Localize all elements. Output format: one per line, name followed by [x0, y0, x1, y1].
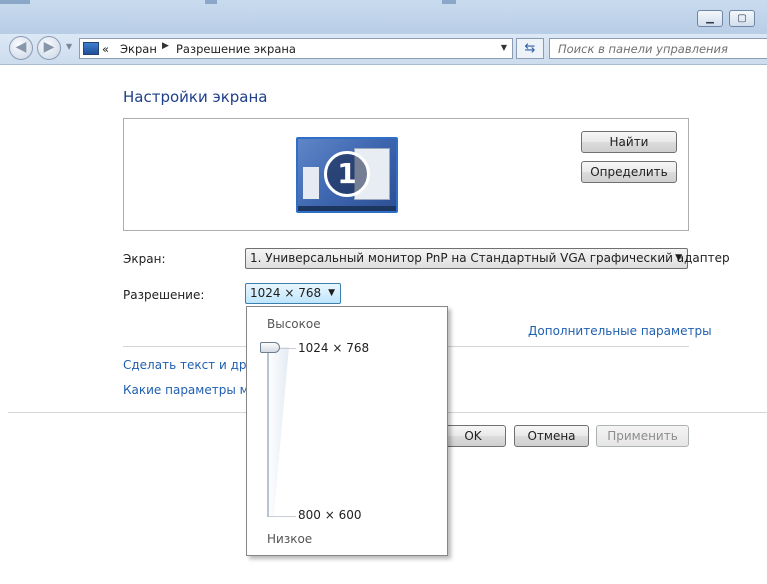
low-label: Низкое — [267, 532, 313, 546]
title-bar-decoration — [205, 0, 217, 4]
monitor-thumbnail-sidebar — [303, 167, 319, 199]
resolution-slider-rail[interactable] — [267, 347, 269, 517]
chevron-down-icon: ▼ — [328, 288, 335, 298]
title-bar-decoration — [442, 0, 456, 4]
resolution-slider-track[interactable] — [267, 347, 289, 517]
minimize-button[interactable]: ▁ — [697, 10, 723, 27]
maximize-button[interactable]: ▢ — [729, 10, 755, 27]
ok-button[interactable]: OK — [440, 425, 506, 447]
slider-tick — [269, 516, 296, 517]
cancel-button[interactable]: Отмена — [514, 425, 589, 447]
breadcrumb-screen[interactable]: Экран — [120, 42, 157, 56]
advanced-settings-link[interactable]: Дополнительные параметры — [528, 324, 712, 338]
display-select[interactable]: 1. Универсальный монитор PnP на Стандарт… — [245, 248, 730, 269]
apply-button[interactable]: Применить — [596, 425, 689, 447]
title-bar-decoration — [0, 0, 30, 4]
resolution-select-value: 1024 × 768 — [250, 286, 322, 300]
resolution-select[interactable]: 1024 × 768 ▼ — [245, 283, 341, 304]
resolution-dropdown: Высокое 1024 × 768 800 × 600 Низкое — [246, 306, 448, 556]
resolution-label: Разрешение: — [123, 288, 205, 302]
current-resolution-label: 1024 × 768 — [298, 341, 370, 355]
which-settings-link[interactable]: Какие параметры мон — [123, 383, 264, 397]
search-input[interactable]: Поиск в панели управления — [549, 38, 767, 59]
search-placeholder: Поиск в панели управления — [558, 42, 728, 56]
breadcrumb-overflow[interactable]: « — [102, 42, 109, 56]
window-title-bar: ▁ ▢ — [0, 0, 767, 34]
min-resolution-label: 800 × 600 — [298, 508, 362, 522]
recent-pages-chevron-icon[interactable]: ▼ — [66, 42, 72, 51]
detect-button[interactable]: Найти — [581, 131, 677, 153]
breadcrumb-separator-icon[interactable]: ▶ — [162, 41, 169, 51]
breadcrumb-resolution[interactable]: Разрешение экрана — [176, 42, 296, 56]
monitor-thumbnail-taskbar — [298, 206, 396, 211]
refresh-button[interactable]: ⇆ — [516, 38, 544, 59]
control-panel-icon — [83, 42, 99, 55]
identify-button[interactable]: Определить — [581, 161, 677, 183]
display-preview-area: 1 Найти Определить — [123, 118, 689, 231]
back-button[interactable]: ◀ — [9, 36, 33, 60]
navigation-bar: ◀ ▶ ▼ « Экран ▶ Разрешение экрана ▼ ⇆ По… — [0, 34, 767, 65]
monitor-number: 1 — [324, 151, 370, 197]
monitor-1-icon[interactable]: 1 — [296, 137, 398, 213]
chevron-down-icon: ▼ — [675, 253, 682, 263]
forward-button[interactable]: ▶ — [37, 36, 61, 60]
address-dropdown-icon[interactable]: ▼ — [501, 43, 507, 52]
page-title: Настройки экрана — [123, 88, 268, 106]
display-label: Экран: — [123, 252, 166, 266]
display-select-value: 1. Универсальный монитор PnP на Стандарт… — [250, 251, 730, 265]
refresh-icon: ⇆ — [524, 41, 536, 56]
address-bar[interactable]: « Экран ▶ Разрешение экрана ▼ — [79, 38, 513, 59]
high-label: Высокое — [267, 317, 321, 331]
resolution-slider-thumb[interactable] — [260, 342, 280, 353]
